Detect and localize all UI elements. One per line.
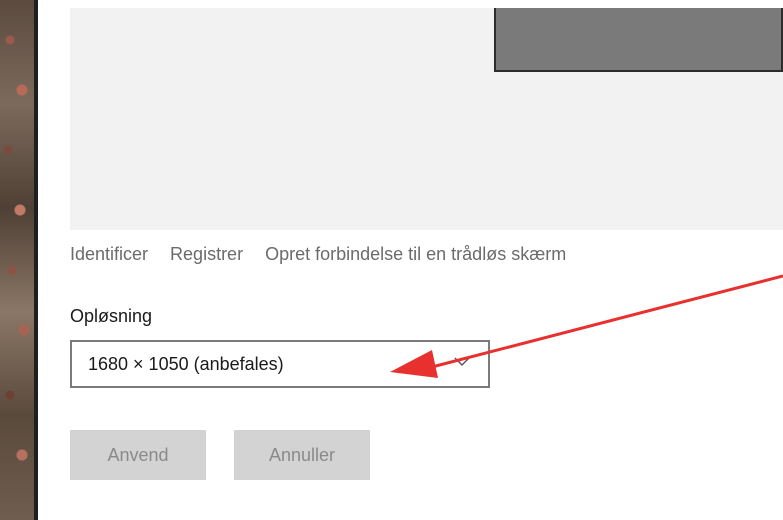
detect-link[interactable]: Registrer (170, 244, 243, 265)
resolution-dropdown[interactable]: 1680 × 1050 (anbefales) (70, 340, 490, 388)
identify-link[interactable]: Identificer (70, 244, 148, 265)
window-edge (34, 0, 38, 520)
desktop-wallpaper-strip (0, 0, 34, 520)
display-preview-area (70, 8, 783, 230)
apply-button[interactable]: Anvend (70, 430, 206, 480)
chevron-down-icon (454, 357, 470, 366)
resolution-label: Opløsning (70, 306, 153, 326)
resolution-selected-value: 1680 × 1050 (anbefales) (88, 353, 284, 374)
cancel-button[interactable]: Annuller (234, 430, 370, 480)
connect-wireless-display-link[interactable]: Opret forbindelse til en trådløs skærm (265, 244, 566, 265)
monitor-preview[interactable] (494, 8, 783, 72)
display-action-links: Identificer Registrer Opret forbindelse … (70, 244, 566, 265)
